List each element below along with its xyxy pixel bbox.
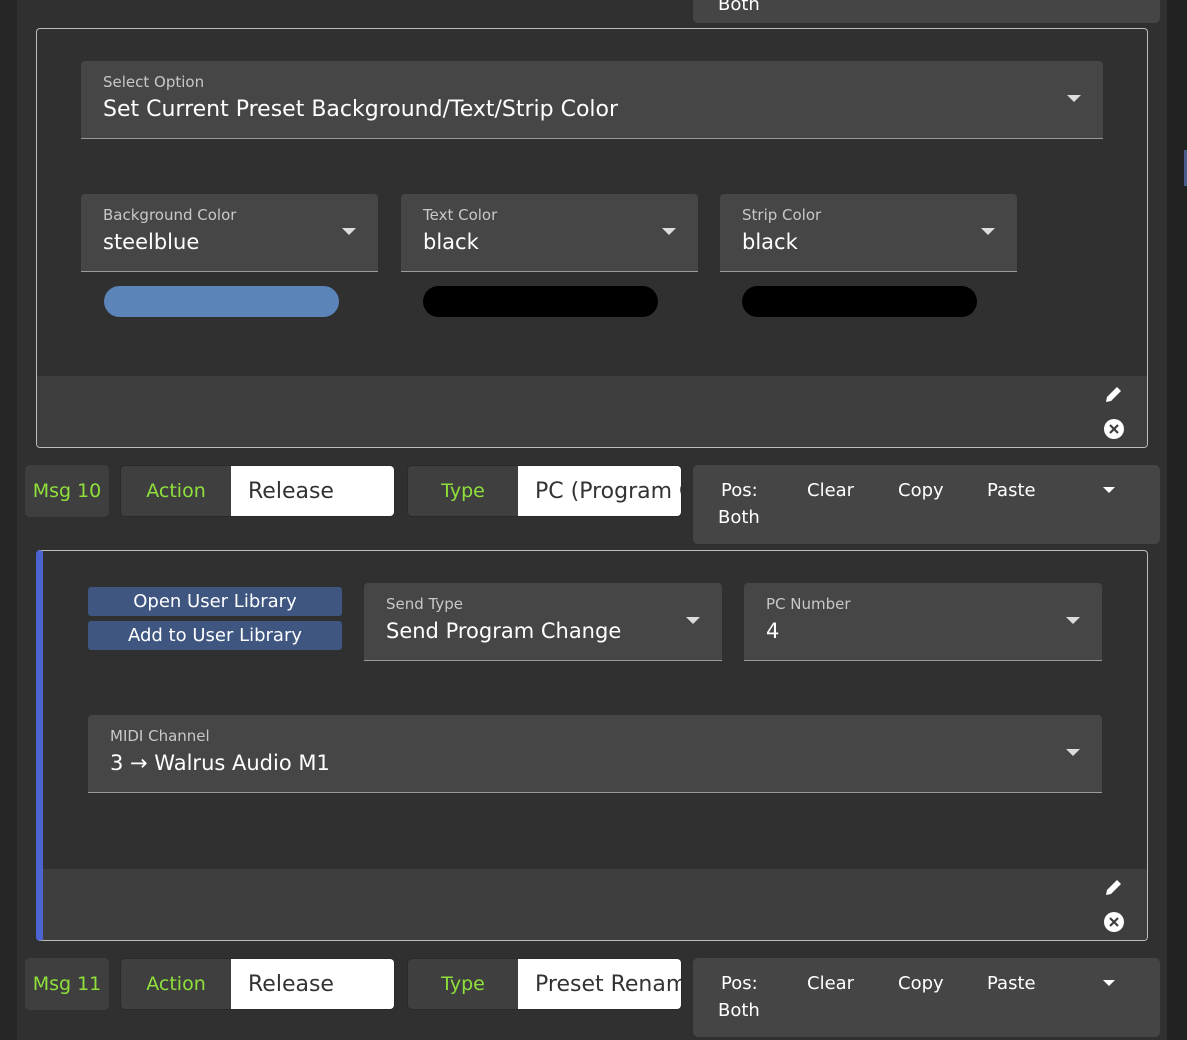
field-value: black [423,230,479,254]
pos-toolbar: Pos: Both Clear Copy Paste [693,958,1160,1037]
field-label: Strip Color [742,206,822,224]
field-label: Background Color [103,206,237,224]
pos-value: Both [718,507,760,528]
pos-toolbar: Pos: Both Clear Copy Paste [693,465,1160,544]
field-value: black [742,230,798,254]
chevron-down-icon [662,228,676,235]
action-select[interactable]: Action Release [120,958,395,1010]
field-label: Text Color [423,206,498,224]
open-user-library-button[interactable]: Open User Library [88,587,342,616]
action-value[interactable]: Release [231,959,394,1009]
left-gutter [0,0,17,1040]
type-value[interactable]: Preset Rename [518,959,681,1009]
chevron-down-icon [1067,95,1081,102]
msg-number-badge: Msg 11 [25,958,109,1010]
clear-button[interactable]: Clear [807,973,854,994]
text-color-swatch [423,286,658,317]
action-select[interactable]: Action Release [120,465,395,517]
field-label: Select Option [103,73,205,91]
background-color-dropdown[interactable]: Background Color steelblue [81,194,378,272]
type-label: Type [408,959,518,1009]
close-circle-icon[interactable] [1103,911,1125,933]
chevron-down-icon [1066,617,1080,624]
field-value: steelblue [103,230,200,254]
type-select[interactable]: Type Preset Rename [407,958,682,1010]
pos-label: Pos: [721,480,758,501]
field-label: MIDI Channel [110,727,210,745]
select-option-dropdown[interactable]: Select Option Set Current Preset Backgro… [81,61,1103,139]
pc-number-dropdown[interactable]: PC Number 4 [744,583,1102,661]
caret-down-icon[interactable] [1103,980,1115,986]
pos-value: Both [718,1000,760,1021]
action-label: Action [121,959,231,1009]
caret-down-icon[interactable] [1103,487,1115,493]
strip-color-swatch [742,286,977,317]
field-value: 3 → Walrus Audio M1 [110,751,330,775]
action-label: Action [121,466,231,516]
action-value[interactable]: Release [231,466,394,516]
field-value: Send Program Change [386,619,622,643]
paste-button[interactable]: Paste [987,973,1036,994]
send-type-dropdown[interactable]: Send Type Send Program Change [364,583,722,661]
field-value: 4 [766,619,780,643]
paste-button[interactable]: Paste [987,480,1036,501]
chevron-down-icon [342,228,356,235]
field-label: Send Type [386,595,463,613]
pos-label: Pos: [721,973,758,994]
pencil-icon[interactable] [1103,383,1125,405]
background-color-swatch [104,286,339,317]
chevron-down-icon [686,617,700,624]
add-to-user-library-button[interactable]: Add to User Library [88,621,342,650]
card-footer [37,376,1147,447]
type-select[interactable]: Type PC (Program Change) [407,465,682,517]
midi-channel-dropdown[interactable]: MIDI Channel 3 → Walrus Audio M1 [88,715,1102,793]
copy-button[interactable]: Copy [898,973,944,994]
copy-button[interactable]: Copy [898,480,944,501]
strip-color-dropdown[interactable]: Strip Color black [720,194,1017,272]
pos-box-previous: Both [693,0,1160,23]
clear-button[interactable]: Clear [807,480,854,501]
close-circle-icon[interactable] [1103,418,1125,440]
message-card-color: Select Option Set Current Preset Backgro… [36,28,1148,448]
card-footer [43,869,1147,940]
type-value[interactable]: PC (Program Change) [518,466,681,516]
field-value: Set Current Preset Background/Text/Strip… [103,97,619,122]
chevron-down-icon [981,228,995,235]
msg-number-badge: Msg 10 [25,465,109,517]
message-card-program-change: Open User Library Add to User Library Se… [36,550,1148,941]
text-color-dropdown[interactable]: Text Color black [401,194,698,272]
pos-value: Both [718,0,760,15]
chevron-down-icon [1066,749,1080,756]
type-label: Type [408,466,518,516]
field-label: PC Number [766,595,851,613]
pencil-icon[interactable] [1103,876,1125,898]
